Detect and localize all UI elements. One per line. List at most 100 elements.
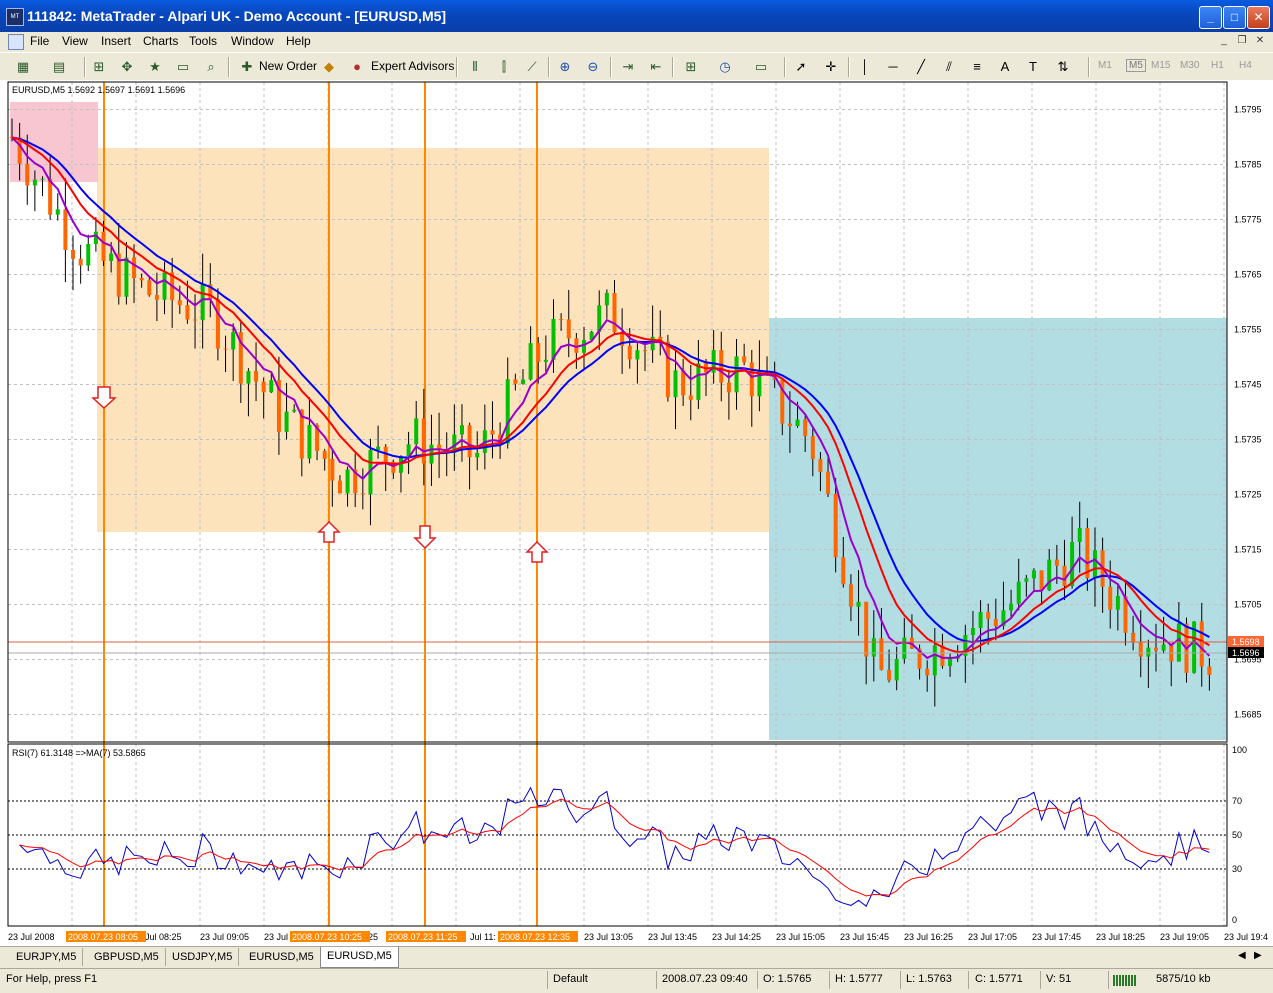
zoom-in-icon[interactable]: ⊕ — [556, 58, 574, 75]
status-profile: Default — [553, 973, 588, 985]
candle-body — [879, 638, 884, 670]
indicators-icon[interactable]: ⊞ — [682, 58, 700, 75]
rsi-level-label: 100 — [1232, 745, 1247, 755]
candle-body — [1131, 632, 1136, 643]
menu-help[interactable]: Help — [286, 34, 311, 48]
price-label: 1.5735 — [1234, 435, 1262, 445]
candle-body — [322, 451, 327, 459]
chart-header: EURUSD,M5 1.5692 1.5697 1.5691 1.5696 — [12, 85, 185, 95]
new-order-icon[interactable]: ✚ — [238, 58, 256, 75]
candle-body — [1070, 541, 1075, 586]
tab-eurjpy[interactable]: EURJPY,M5 — [10, 948, 84, 966]
candle-body — [734, 356, 739, 393]
candle-body — [581, 339, 586, 353]
status-close: C: 1.5771 — [975, 973, 1023, 985]
templates-icon[interactable]: ▭ — [752, 58, 770, 75]
new-chart-icon[interactable]: ▦ — [14, 58, 32, 75]
market-watch-icon[interactable]: ⊞ — [90, 58, 108, 75]
candle-body — [269, 380, 274, 393]
tab-usdjpy[interactable]: USDJPY,M5 — [166, 948, 240, 966]
candle-body — [894, 658, 899, 681]
mdi-restore-icon[interactable]: ❐ — [1234, 34, 1250, 48]
toolbar: ▦ ▤ ⊞ ✥ ★ ▭ ⌕ ✚ New Order ◆ ● Expert Adv… — [0, 52, 1273, 82]
terminal-icon[interactable]: ▭ — [174, 58, 192, 75]
chart-shift-icon[interactable]: ⇤ — [647, 58, 665, 75]
expert-advisors-button[interactable]: Expert Advisors — [371, 56, 454, 76]
bar-chart-icon[interactable]: ⫴ — [466, 58, 484, 75]
periods-icon[interactable]: ◷ — [716, 58, 734, 75]
candle-body — [414, 418, 419, 445]
menu-tools[interactable]: Tools — [189, 34, 217, 48]
timeframe-m5[interactable]: M5 — [1126, 59, 1146, 72]
candle-body — [1054, 559, 1059, 566]
price-label: 1.5715 — [1234, 545, 1262, 555]
maximize-button[interactable]: □ — [1223, 6, 1246, 29]
candle-body — [566, 319, 571, 339]
candle-body — [1161, 644, 1166, 651]
profiles-icon[interactable]: ▤ — [50, 58, 68, 75]
document-icon[interactable] — [8, 34, 24, 50]
candle-body — [604, 292, 609, 306]
tab-gbpusd[interactable]: GBPUSD,M5 — [88, 948, 166, 966]
close-button[interactable]: ✕ — [1247, 6, 1270, 29]
menu-window[interactable]: Window — [231, 34, 274, 48]
autoscroll-icon[interactable]: ⇥ — [619, 58, 637, 75]
favorites-icon[interactable]: ★ — [146, 58, 164, 75]
candlestick-icon[interactable]: ⫿ — [495, 58, 513, 75]
mdi-minimize-icon[interactable]: _ — [1216, 34, 1232, 48]
zoom-out-icon[interactable]: ⊖ — [584, 58, 602, 75]
equidistant-channel-icon[interactable]: ⫽ — [940, 58, 958, 75]
candle-body — [803, 419, 808, 437]
minimize-button[interactable]: _ — [1199, 6, 1222, 29]
candle-body — [1146, 647, 1151, 657]
menu-charts[interactable]: Charts — [143, 34, 178, 48]
candle-body — [1047, 559, 1052, 591]
candle-body — [78, 258, 83, 266]
candle-body — [177, 300, 182, 306]
timeframe-m15[interactable]: M15 — [1151, 60, 1170, 71]
tab-scroll-right-icon[interactable]: ▶ — [1254, 950, 1262, 961]
candle-body — [1153, 647, 1158, 651]
menu-view[interactable]: View — [62, 34, 88, 48]
text-tool-icon[interactable]: A — [996, 58, 1014, 75]
cursor-icon[interactable]: ➚ — [792, 58, 810, 75]
tab-scroll-left-icon[interactable]: ◀ — [1238, 950, 1246, 961]
horizontal-line-icon[interactable]: ─ — [884, 58, 902, 75]
time-label: 23 Jul 09:05 — [200, 932, 249, 942]
mdi-close-icon[interactable]: ✕ — [1252, 34, 1268, 48]
line-price-tag-text: 1.5698 — [1232, 637, 1260, 647]
timeframe-h4[interactable]: H4 — [1239, 60, 1252, 71]
vertical-line-icon[interactable]: │ — [856, 58, 874, 75]
candle-body — [1207, 666, 1212, 675]
time-label: 23 Jul 19:4 — [1224, 932, 1268, 942]
mt-icon[interactable]: MT — [6, 8, 24, 26]
crosshair-icon[interactable]: ✛ — [822, 58, 840, 75]
tester-icon[interactable]: ⌕ — [202, 58, 220, 75]
candle-body — [101, 231, 106, 261]
trendline-icon[interactable]: ╱ — [912, 58, 930, 75]
timeframe-m30[interactable]: M30 — [1180, 60, 1199, 71]
time-label: 23 Jul 15:05 — [776, 932, 825, 942]
new-order-button[interactable]: New Order — [259, 56, 317, 76]
candle-body — [795, 419, 800, 427]
price-chart[interactable]: 1.5795 1.5785 1.5775 1.5765 1.5755 1.5745 1.57… — [0, 80, 1273, 946]
tab-eurusd-active[interactable]: EURUSD,M5 — [320, 947, 399, 968]
arrows-icon[interactable]: ⇅ — [1054, 58, 1072, 75]
chart-window[interactable]: 1.5795 1.5785 1.5775 1.5765 1.5755 1.5745 1.57… — [0, 80, 1273, 946]
tab-eurusd[interactable]: EURUSD,M5 — [243, 948, 321, 966]
metaeditor-icon[interactable]: ◆ — [320, 58, 338, 75]
text-label-icon[interactable]: T — [1024, 58, 1042, 75]
price-label: 1.5775 — [1234, 215, 1262, 225]
menu-file[interactable]: File — [30, 34, 49, 48]
candle-body — [1115, 596, 1120, 610]
candle-body — [1062, 565, 1067, 586]
fibonacci-icon[interactable]: ≡ — [968, 58, 986, 75]
line-chart-icon[interactable]: ⟋ — [523, 58, 541, 75]
menu-insert[interactable]: Insert — [101, 34, 131, 48]
timeframe-m1[interactable]: M1 — [1098, 60, 1112, 71]
candle-body — [193, 319, 198, 321]
timeframe-h1[interactable]: H1 — [1211, 60, 1224, 71]
expert-advisors-icon[interactable]: ● — [348, 58, 366, 75]
candle-body — [948, 658, 953, 667]
navigator-icon[interactable]: ✥ — [118, 58, 136, 75]
